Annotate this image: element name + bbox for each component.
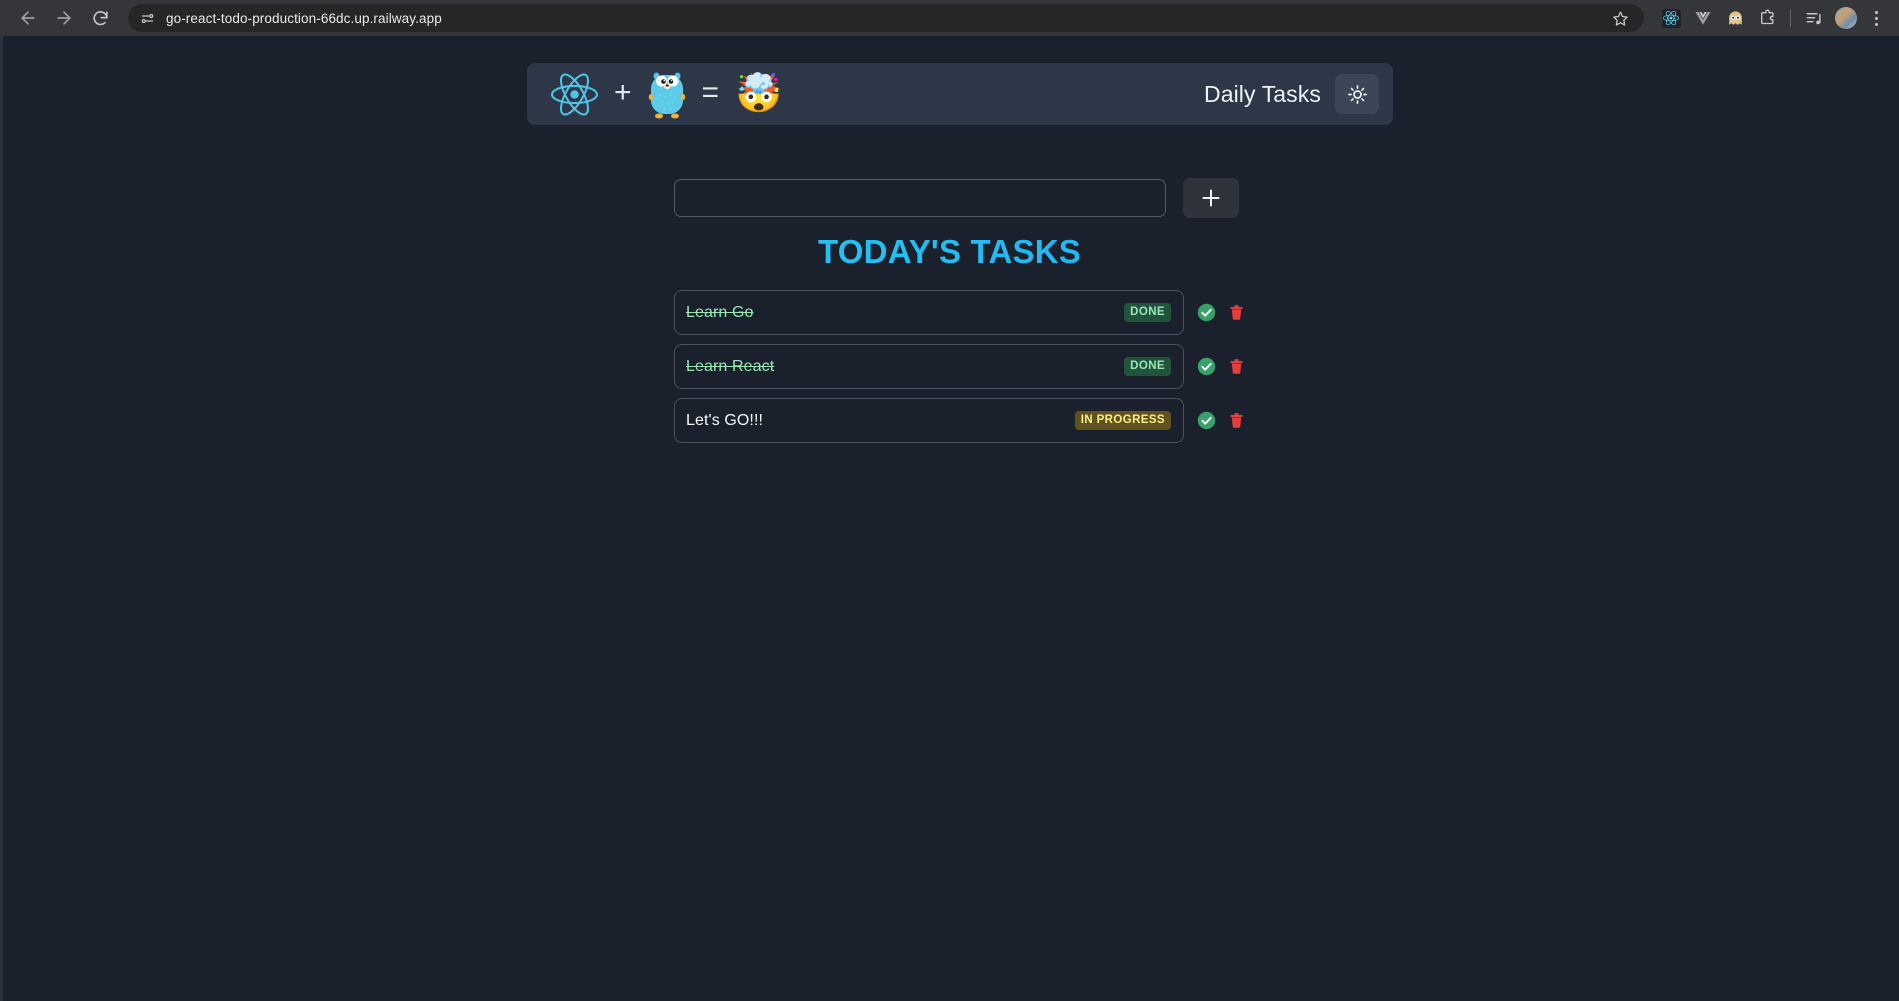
check-circle-icon: [1197, 357, 1216, 376]
complete-task-button[interactable]: [1197, 357, 1216, 376]
add-task-form: [674, 178, 1239, 218]
trash-icon: [1230, 305, 1243, 320]
puzzle-extensions-icon: [1760, 9, 1774, 24]
complete-task-button[interactable]: [1197, 411, 1216, 430]
table-row: Let's GO!!! IN PROGRESS: [674, 398, 1244, 443]
page-info-icon[interactable]: [136, 7, 158, 29]
header-right-group: Daily Tasks: [1204, 74, 1379, 114]
task-card[interactable]: Learn React DONE: [674, 344, 1184, 389]
delete-task-button[interactable]: [1228, 411, 1245, 430]
reload-button[interactable]: [82, 0, 118, 36]
profile-avatar: [1835, 7, 1857, 29]
reload-icon: [92, 10, 108, 25]
page-title: TODAY'S TASKS: [0, 233, 1899, 271]
status-badge: DONE: [1124, 357, 1171, 376]
delete-task-button[interactable]: [1228, 303, 1245, 322]
address-bar[interactable]: go-react-todo-production-66dc.up.railway…: [128, 4, 1644, 32]
exploding-head-emoji: 🤯: [735, 73, 783, 115]
task-title: Learn Go: [686, 303, 754, 321]
url-text: go-react-todo-production-66dc.up.railway…: [166, 10, 442, 26]
check-circle-icon: [1197, 411, 1216, 430]
app-header: + = 🤯 Daily Tasks: [527, 63, 1393, 125]
status-badge: IN PROGRESS: [1074, 411, 1171, 430]
app-title: Daily Tasks: [1204, 80, 1321, 107]
trash-icon: [1230, 413, 1243, 428]
task-list: Learn Go DONE Learn React DONE Let's GO!…: [674, 290, 1244, 443]
row-actions: [1197, 411, 1245, 430]
media-control-button[interactable]: [1799, 3, 1829, 33]
extension-vue-devtools[interactable]: [1688, 3, 1718, 33]
react-devtools-icon: [1663, 10, 1679, 26]
go-gopher-logo: [648, 72, 685, 119]
table-row: Learn React DONE: [674, 344, 1244, 389]
complete-task-button[interactable]: [1197, 303, 1216, 322]
arrow-right-icon: [57, 11, 71, 25]
media-playlist-icon: [1806, 12, 1821, 24]
sun-icon: [1347, 84, 1367, 104]
equals-sign: =: [701, 75, 720, 109]
task-card[interactable]: Let's GO!!! IN PROGRESS: [674, 398, 1184, 443]
new-task-input[interactable]: [674, 179, 1166, 217]
extension-ghost[interactable]: [1720, 3, 1750, 33]
extension-react-devtools[interactable]: [1656, 3, 1686, 33]
table-row: Learn Go DONE: [674, 290, 1244, 335]
browser-toolbar: go-react-todo-production-66dc.up.railway…: [0, 0, 1899, 36]
task-card[interactable]: Learn Go DONE: [674, 290, 1184, 335]
task-title: Let's GO!!!: [686, 411, 764, 429]
forward-button[interactable]: [46, 0, 82, 36]
react-logo: [551, 73, 598, 115]
add-task-button[interactable]: [1183, 178, 1239, 218]
task-title: Learn React: [686, 357, 775, 375]
ghost-extension-icon: [1728, 10, 1742, 25]
logo-group: + = 🤯: [551, 69, 782, 119]
theme-toggle-button[interactable]: [1335, 74, 1379, 114]
extensions-area: [1652, 3, 1889, 33]
row-actions: [1197, 303, 1245, 322]
check-circle-icon: [1197, 303, 1216, 322]
toolbar-divider: [1790, 9, 1791, 27]
status-badge: DONE: [1124, 303, 1171, 322]
viewport-left-edge: [0, 36, 3, 1001]
trash-icon: [1230, 359, 1243, 374]
extensions-puzzle-button[interactable]: [1752, 3, 1782, 33]
back-button[interactable]: [10, 0, 46, 36]
plus-icon: [1202, 189, 1220, 207]
page-viewport: + = 🤯 Daily Tasks TODAY'S TASKS Learn Go…: [0, 36, 1899, 1001]
arrow-left-icon: [21, 11, 35, 25]
delete-task-button[interactable]: [1228, 357, 1245, 376]
three-dot-menu-icon[interactable]: [1863, 3, 1889, 33]
profile-button[interactable]: [1831, 3, 1861, 33]
plus-sign: +: [614, 75, 632, 109]
bookmark-star-icon[interactable]: [1608, 6, 1632, 30]
row-actions: [1197, 357, 1245, 376]
vue-devtools-icon: [1695, 12, 1711, 25]
